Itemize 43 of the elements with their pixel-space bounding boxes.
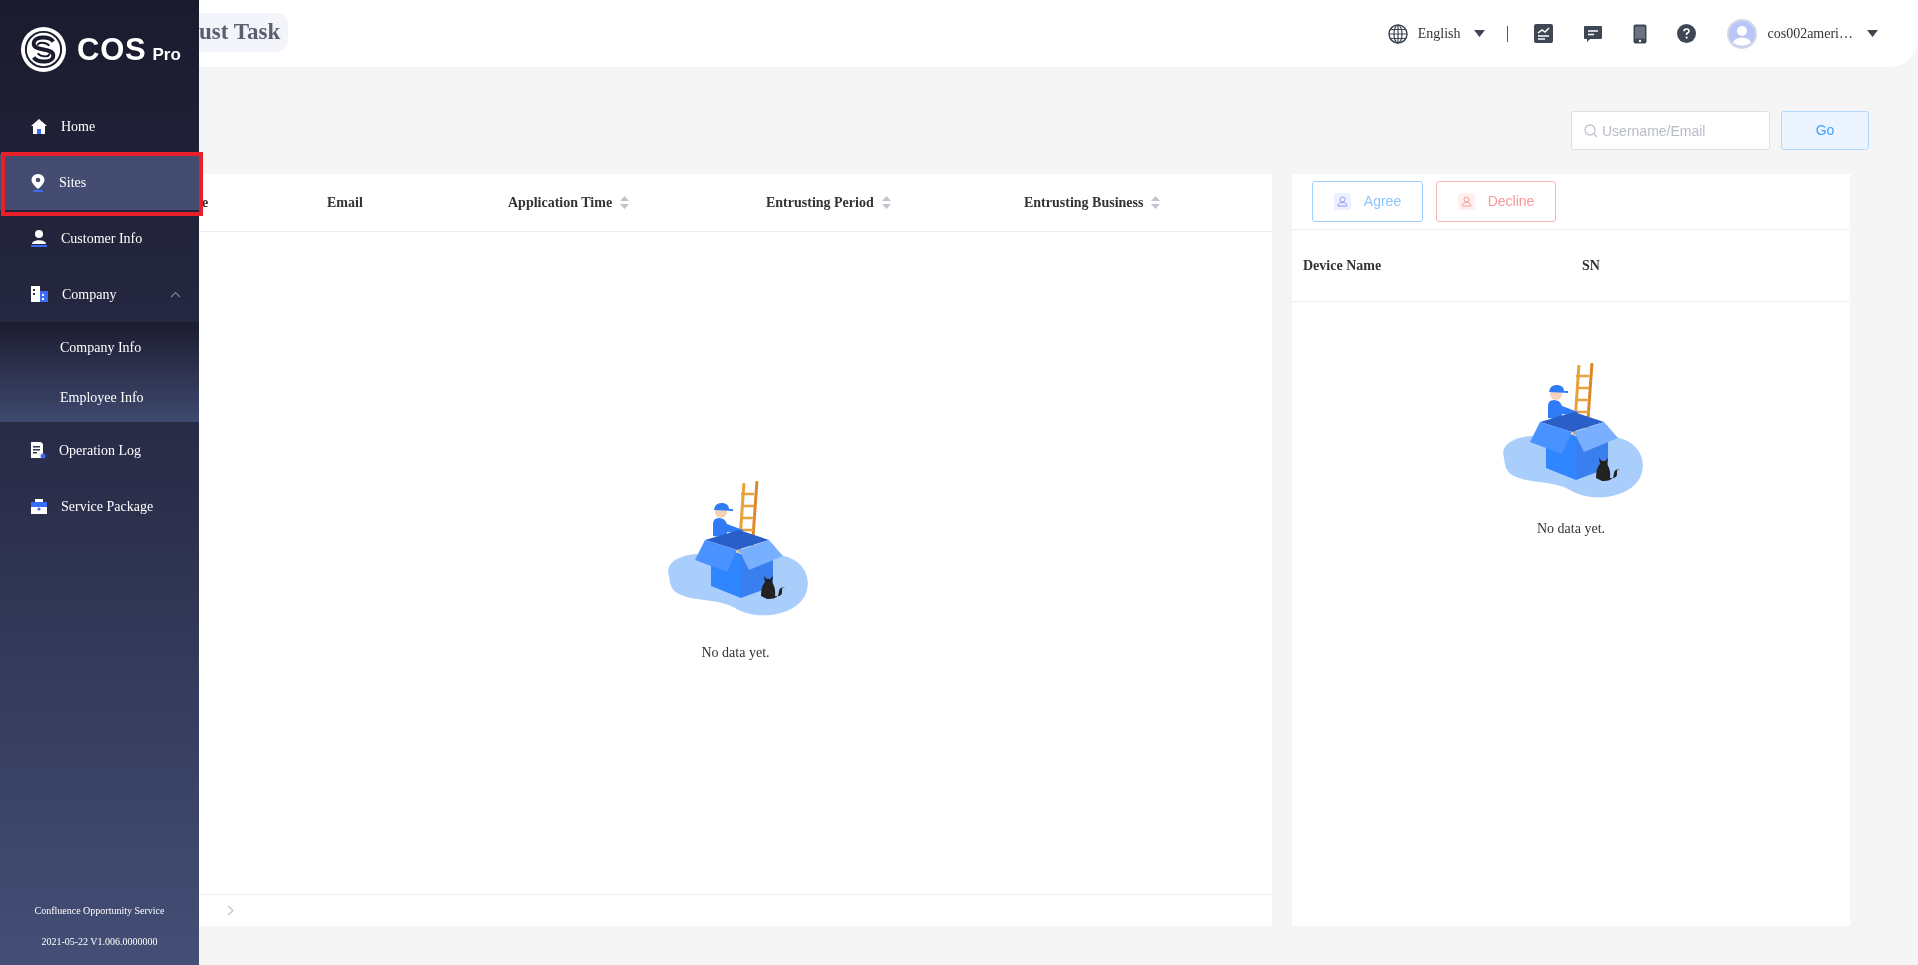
product-name: Confluence Opportunity Service <box>34 904 165 918</box>
document-icon <box>30 441 46 459</box>
logo-suffix: Pro <box>152 45 181 63</box>
column-header[interactable]: e <box>202 192 209 213</box>
column-header[interactable]: Email <box>327 192 363 213</box>
sidebar-item[interactable]: Company <box>0 266 199 322</box>
message-icon[interactable] <box>1583 23 1604 44</box>
empty-message: No data yet. <box>701 643 770 662</box>
sidebar-item[interactable]: Service Package <box>0 478 199 534</box>
caret-down-icon <box>1474 30 1486 37</box>
column-header[interactable]: SN <box>1582 258 1600 273</box>
building-icon <box>30 285 49 303</box>
sidebar-item[interactable]: Sites <box>0 154 199 210</box>
submenu-item[interactable]: Employee Info <box>0 372 199 422</box>
sidebar-item[interactable]: Operation Log <box>0 422 199 478</box>
page-title: ust Task <box>199 13 289 52</box>
person-icon <box>30 229 48 247</box>
mobile-phone-icon[interactable] <box>1633 23 1648 44</box>
sidebar-item[interactable]: Home <box>0 98 199 154</box>
search-field[interactable]: Username/Email <box>1571 111 1770 150</box>
empty-message: No data yet. <box>1537 520 1605 538</box>
user-menu[interactable]: cos002ameri… <box>1727 18 1878 49</box>
logo-wordmark: COS <box>77 33 147 65</box>
user-icon <box>1333 193 1351 210</box>
avatar-icon <box>1727 18 1758 49</box>
home-icon <box>30 117 48 135</box>
search-icon <box>1584 124 1598 138</box>
column-header[interactable]: Entrusting Business <box>1024 192 1144 213</box>
sidebar-item[interactable]: Customer Info <box>0 210 199 266</box>
submenu-item[interactable]: Company Info <box>0 322 199 372</box>
toolbox-icon <box>30 497 48 515</box>
caret-down-icon <box>1867 30 1878 37</box>
help-icon[interactable] <box>1677 24 1697 43</box>
column-header[interactable]: Application Time <box>508 192 613 213</box>
logo-icon <box>20 25 67 73</box>
map-pin-icon <box>30 172 46 192</box>
globe-icon[interactable] <box>1387 23 1408 44</box>
version-text: 2021-05-22 V1.006.0000000 <box>41 935 158 949</box>
column-header[interactable]: Entrusting Period <box>766 192 874 213</box>
column-header[interactable]: Device Name <box>1303 258 1382 273</box>
language-dropdown[interactable]: English <box>1417 23 1486 44</box>
chart-report-icon[interactable] <box>1534 24 1554 43</box>
user-icon <box>1457 193 1475 210</box>
